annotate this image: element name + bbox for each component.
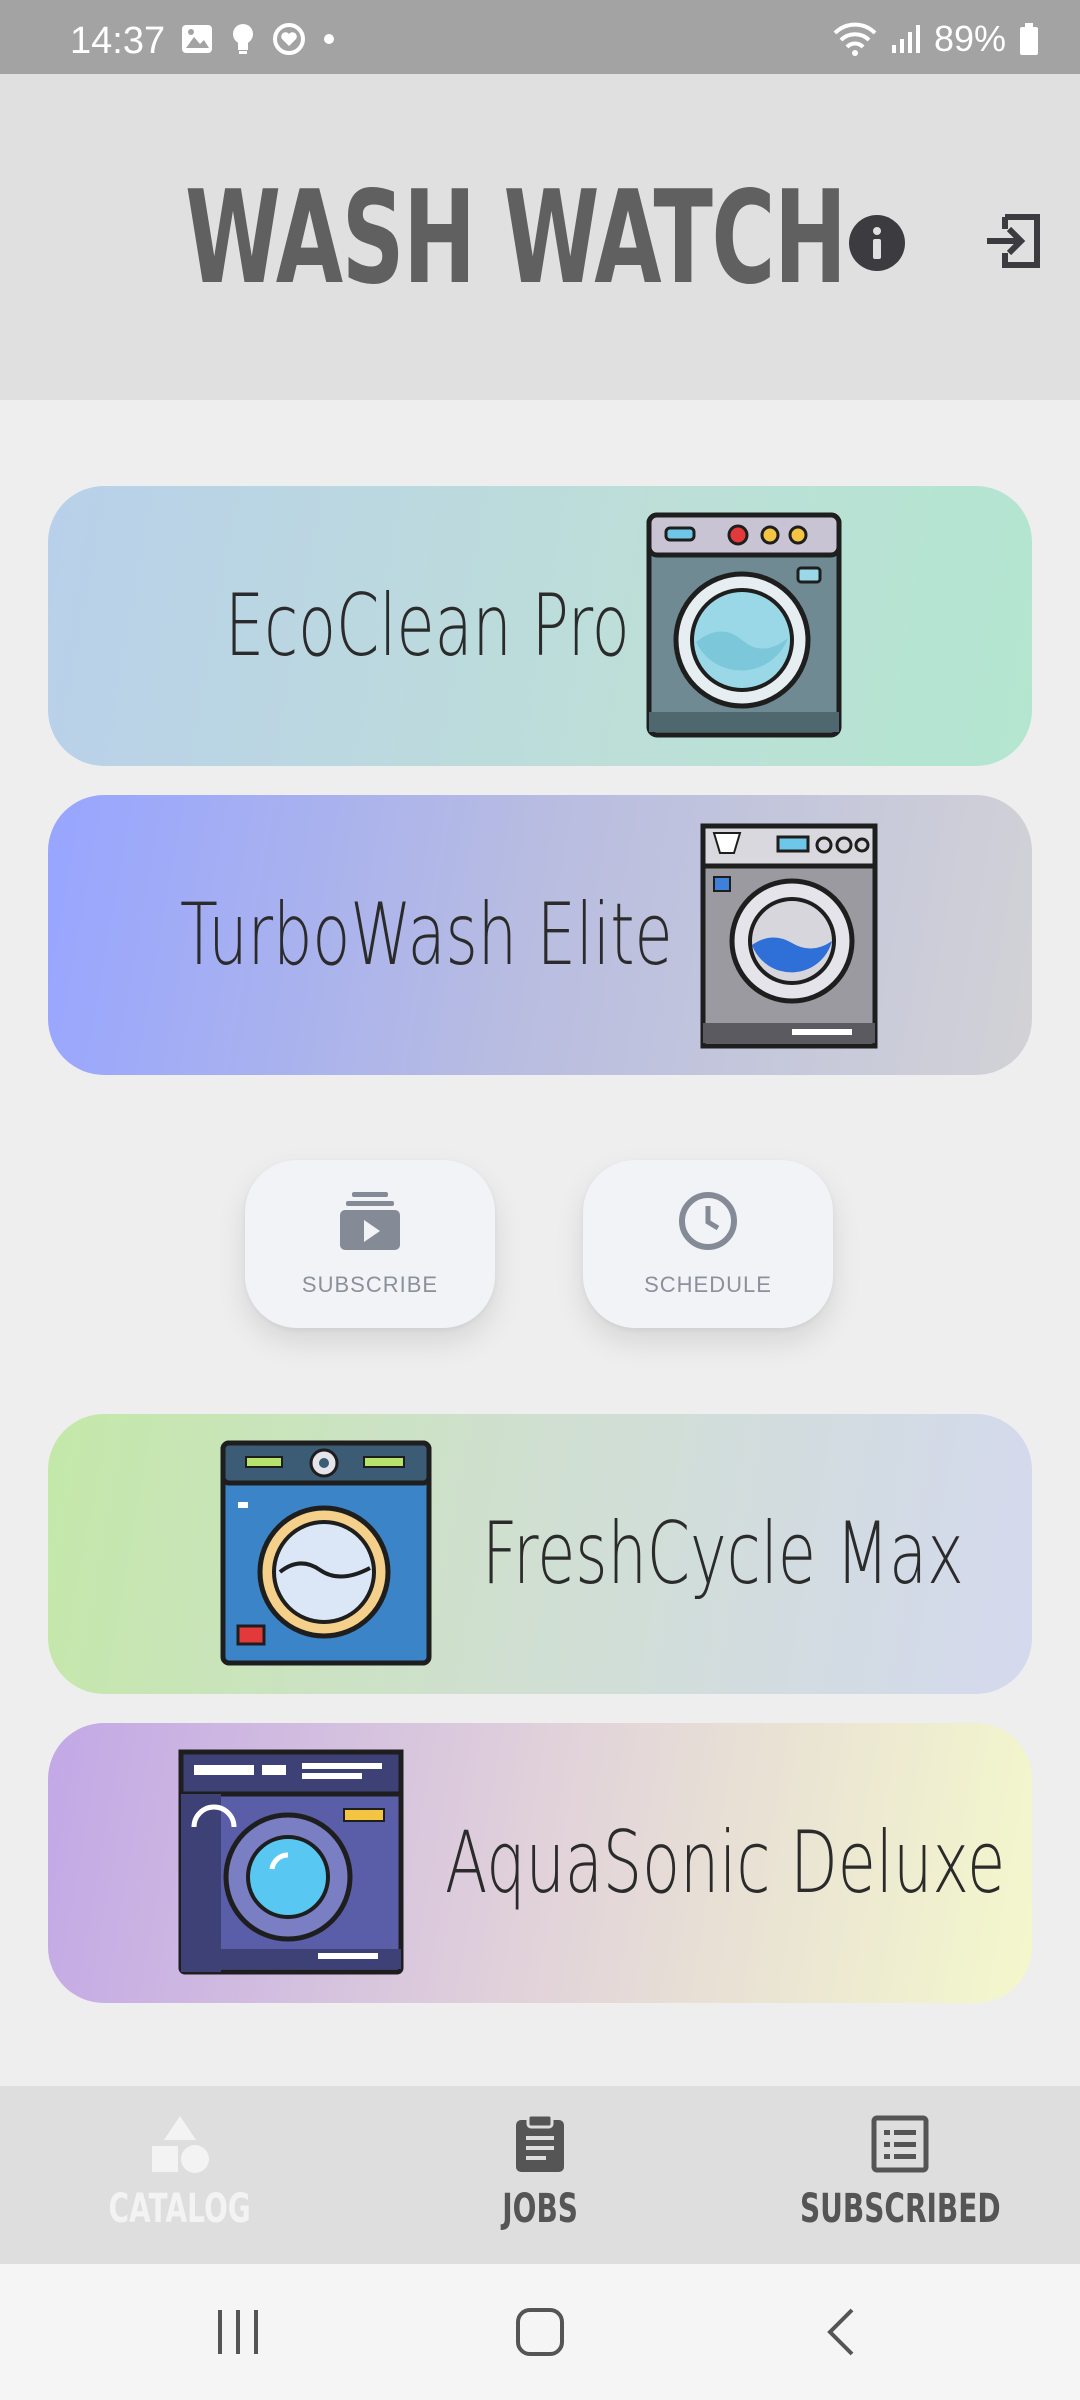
dot-icon	[324, 34, 334, 44]
clock-icon	[679, 1192, 737, 1250]
subscribe-button[interactable]: SUBSCRIBE	[245, 1160, 495, 1328]
nav-item-catalog[interactable]: CATALOG	[0, 2086, 360, 2264]
machine-name: AquaSonic Deluxe	[445, 1813, 1006, 1913]
nav-label-catalog: CATALOG	[108, 2186, 252, 2232]
app-header: WASH WATCH	[0, 74, 1080, 400]
wifi-icon	[833, 22, 877, 56]
nav-label-subscribed: SUBSCRIBED	[799, 2186, 1001, 2232]
system-navigation-bar	[0, 2264, 1080, 2400]
nav-label-jobs: JOBS	[502, 2186, 578, 2232]
back-icon[interactable]	[822, 2304, 862, 2360]
image-icon	[182, 25, 212, 53]
machine-name: FreshCycle Max	[482, 1504, 964, 1604]
status-time: 14:37	[70, 20, 166, 62]
nav-item-jobs[interactable]: JOBS	[360, 2086, 720, 2264]
recents-icon[interactable]	[214, 2304, 264, 2360]
battery-percent: 89%	[933, 18, 1006, 59]
machine-card-freshcycle-max[interactable]: FreshCycle Max	[48, 1414, 1032, 1694]
signal-icon	[891, 25, 920, 53]
machine-card-aquasonic-deluxe[interactable]: AquaSonic Deluxe	[48, 1723, 1032, 2003]
washing-machine-icon	[646, 512, 842, 738]
info-button[interactable]	[848, 214, 906, 272]
machine-name: EcoClean Pro	[225, 576, 630, 676]
nav-item-subscribed[interactable]: SUBSCRIBED	[720, 2086, 1080, 2264]
schedule-label: SCHEDULE	[644, 1272, 772, 1297]
subscribe-label: SUBSCRIBE	[301, 1272, 439, 1297]
lightbulb-icon	[233, 24, 253, 54]
machine-card-ecoclean-pro[interactable]: EcoClean Pro	[48, 486, 1032, 766]
info-icon	[849, 215, 905, 271]
schedule-button[interactable]: SCHEDULE	[583, 1160, 833, 1328]
washing-machine-icon	[178, 1749, 404, 1975]
app-title: WASH WATCH	[185, 164, 847, 313]
machine-card-turbowash-elite[interactable]: TurboWash Elite	[48, 795, 1032, 1075]
shapes-icon	[152, 2116, 209, 2173]
logout-button[interactable]	[983, 211, 1043, 271]
clipboard-icon	[516, 2114, 564, 2172]
heart-sync-icon	[273, 23, 305, 55]
list-icon	[871, 2115, 929, 2173]
status-system-icons: 89%	[832, 18, 1040, 60]
washing-machine-icon	[700, 823, 878, 1049]
status-bar: 14:37 89%	[0, 0, 1080, 74]
washing-machine-icon	[220, 1440, 432, 1666]
machine-name: TurboWash Elite	[180, 885, 673, 985]
battery-icon	[1020, 23, 1038, 55]
home-icon[interactable]	[514, 2304, 566, 2360]
subscriptions-icon	[340, 1192, 400, 1250]
logout-icon	[987, 214, 1040, 268]
bottom-navigation: CATALOG JOBS SUBSCRIBED	[0, 2086, 1080, 2264]
status-notification-icons	[180, 22, 336, 56]
